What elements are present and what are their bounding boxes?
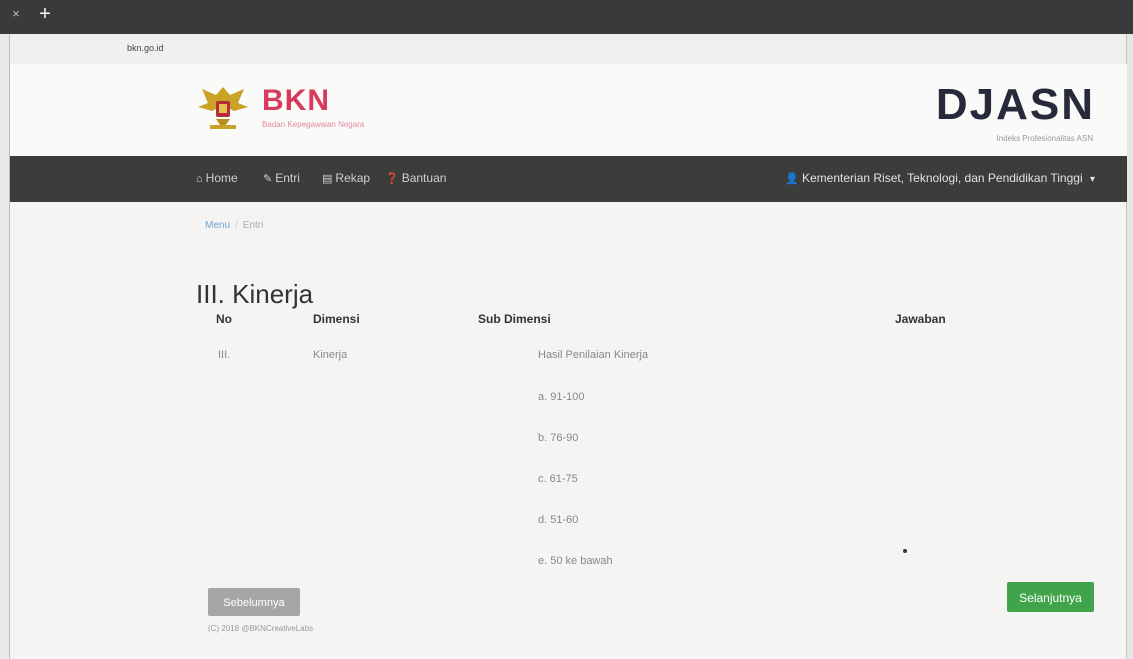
answer-option-d[interactable]: d. 51-60 [538,514,578,526]
nav-item-home[interactable]: ⌂ Home [196,171,238,185]
nav-item-label: Bantuan [401,171,447,185]
answer-option-a[interactable]: a. 91-100 [538,391,584,403]
browser-tab-bar: × + [0,0,1133,34]
column-header-jawaban: Jawaban [895,312,946,326]
cell-no: III. [218,349,231,361]
close-tab-icon[interactable]: × [8,6,24,22]
nav-item-label: Home [205,171,238,185]
breadcrumb-separator: / [235,220,238,231]
nav-item-entri[interactable]: ✎ Entri [263,171,300,185]
column-header-no: No [216,312,232,326]
brand-title: DJASN [935,80,1095,129]
breadcrumb: Menu / Entri [205,220,263,231]
new-tab-icon[interactable]: + [34,4,56,26]
user-menu[interactable]: 👤 Kementerian Riset, Teknologi, dan Pendi… [785,171,1095,185]
chevron-down-icon: ▾ [1089,174,1095,185]
selected-answer-radio[interactable] [903,549,907,553]
main-navbar: ⌂ Home ✎ Entri ▤ Rekap ❓ Bantuan 👤 Kementeria… [10,156,1127,202]
home-icon: ⌂ [196,173,203,185]
user-icon: 👤 [785,173,799,185]
nav-item-label: Rekap [335,171,371,185]
answer-option-e[interactable]: e. 50 ke bawah [538,555,613,567]
logo-title: BKN [262,84,330,117]
cell-sub-dimensi: Hasil Penilaian Kinerja [538,349,649,361]
address-bar[interactable]: bkn.go.id [0,34,1133,65]
question-icon: ❓ [385,173,399,185]
cell-dimensi: Kinerja [313,349,348,361]
garuda-emblem-icon [198,87,248,129]
brand-subtitle: Indeks Profesionalitas ASN [996,134,1094,143]
nav-item-rekap[interactable]: ▤ Rekap [322,171,370,185]
book-icon: ▤ [322,173,333,185]
page-title: III. Kinerja [196,279,314,310]
breadcrumb-current: Entri [242,220,264,231]
pencil-icon: ✎ [263,173,273,185]
footer-copyright: (C) 2018 @BKNCreativeLabs [208,624,314,633]
previous-button[interactable]: Sebelumnya [208,588,300,616]
user-menu-label: Kementerian Riset, Teknologi, dan Pendid… [802,171,1083,185]
nav-item-bantuan[interactable]: ❓ Bantuan [385,171,446,185]
window-frame-right [1126,34,1133,659]
site-header: BKN Badan Kepegawaian Negara DJASN Indek… [10,64,1127,156]
address-text: bkn.go.id [127,43,164,53]
nav-item-label: Entri [275,171,300,185]
window-frame-left [0,34,10,659]
answer-option-b[interactable]: b. 76-90 [538,432,578,444]
logo-subtitle: Badan Kepegawaian Negara [262,120,365,129]
column-header-dimensi: Dimensi [313,312,360,326]
answer-option-c[interactable]: c. 61-75 [538,473,578,485]
breadcrumb-link-menu[interactable]: Menu [205,220,230,231]
next-button[interactable]: Selanjutnya [1007,582,1094,612]
column-header-sub-dimensi: Sub Dimensi [478,312,551,326]
